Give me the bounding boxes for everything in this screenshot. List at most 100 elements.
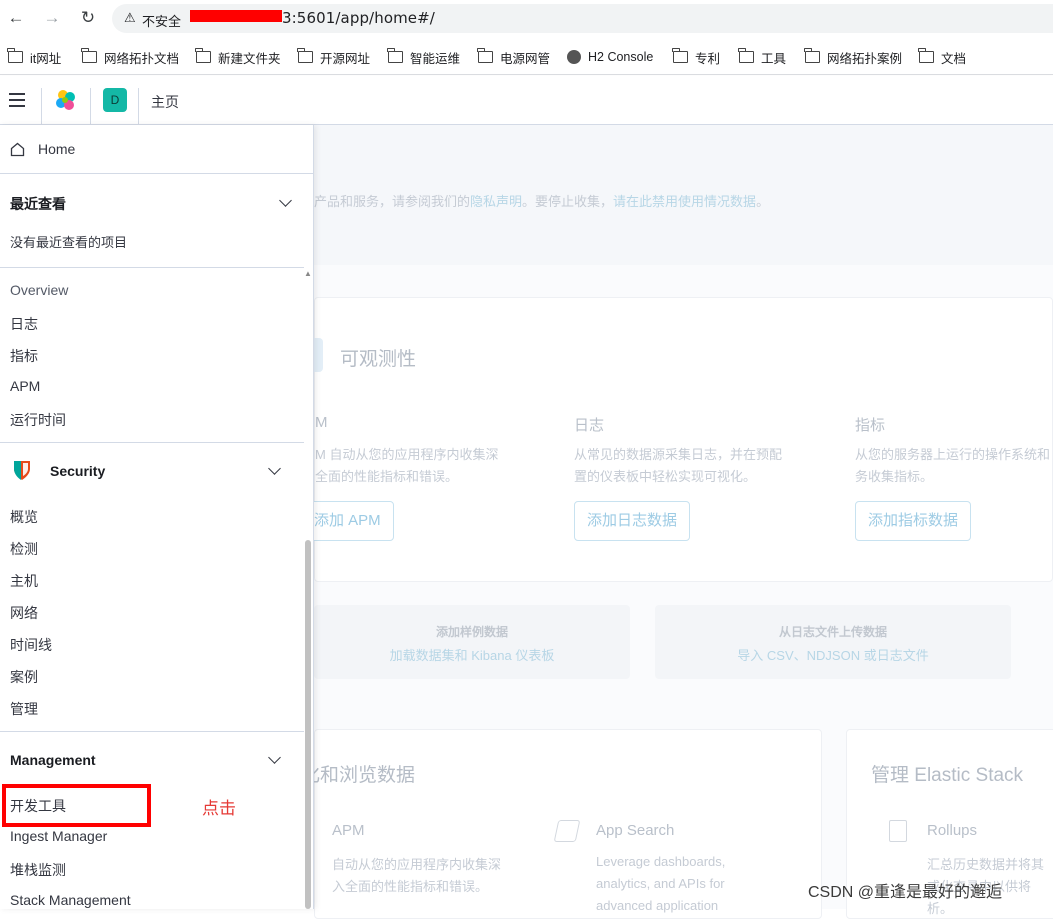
bookmark-item[interactable]: 文档 xyxy=(918,48,966,66)
nav-item-detections[interactable]: 检测 xyxy=(10,539,38,559)
url-text: 3:5601/app/home#/ xyxy=(282,9,435,27)
upload-file-sub: 导入 CSV、NDJSON 或日志文件 xyxy=(737,648,929,663)
insecure-label: 不安全 xyxy=(142,14,182,29)
nav-item-timelines[interactable]: 时间线 xyxy=(10,635,52,655)
bookmark-item[interactable]: 智能运维 xyxy=(387,48,460,66)
recent-section-title[interactable]: 最近查看 xyxy=(10,194,66,214)
bookmark-item[interactable]: 网络拓扑案例 xyxy=(804,48,902,66)
app-search-desc: Leverage dashboards, xyxy=(596,854,726,869)
app-search-desc: analytics, and APIs for xyxy=(596,876,725,891)
metrics-col-desc: 从您的服务器上运行的操作系统和 xyxy=(855,447,1051,462)
chevron-down-icon[interactable] xyxy=(268,462,281,475)
folder-icon xyxy=(297,48,313,63)
header-divider xyxy=(138,88,139,124)
globe-icon xyxy=(567,50,581,64)
bookmarks-bar: it网址 网络拓扑文档 新建文件夹 开源网址 智能运维 电源网管 H2 Cons… xyxy=(0,38,1053,75)
home-icon xyxy=(10,142,25,157)
upload-file-tile[interactable]: 从日志文件上传数据 导入 CSV、NDJSON 或日志文件 xyxy=(655,605,1011,679)
metrics-col-desc: 务收集指标。 xyxy=(855,469,934,484)
space-avatar[interactable]: D xyxy=(103,88,127,112)
nav-item-cases[interactable]: 案例 xyxy=(10,667,38,687)
header-divider xyxy=(41,88,42,124)
folder-icon xyxy=(387,48,403,63)
bookmark-item[interactable]: 电源网管 xyxy=(477,48,550,66)
nav-item-logs[interactable]: 日志 xyxy=(10,314,38,334)
nav-item-administration[interactable]: 管理 xyxy=(10,699,38,719)
bookmark-item[interactable]: it网址 xyxy=(7,48,61,66)
folder-icon xyxy=(7,48,23,63)
reload-icon[interactable]: ↻ xyxy=(77,7,99,29)
click-annotation: 点击 xyxy=(202,799,236,819)
warning-icon: ⚠ xyxy=(124,10,136,25)
visualize-title: 化和浏览数据 xyxy=(301,765,416,786)
logs-col-desc: 置的仪表板中轻松实现可视化。 xyxy=(574,469,757,484)
sample-data-title: 添加样例数据 xyxy=(435,625,508,639)
bookmark-item[interactable]: 开源网址 xyxy=(297,48,370,66)
bookmark-item[interactable]: 网络拓扑文档 xyxy=(81,48,179,66)
apm-col-desc: 全面的性能指标和错误。 xyxy=(315,469,459,484)
manage-stack-title: 管理 Elastic Stack xyxy=(871,765,1024,786)
nav-item-ingest-manager[interactable]: Ingest Manager xyxy=(10,828,107,844)
folder-icon xyxy=(672,48,688,63)
nav-item-network[interactable]: 网络 xyxy=(10,603,38,623)
metrics-col-title: 指标 xyxy=(855,417,886,434)
apm-col-title: M xyxy=(315,414,328,431)
nav-scrollbar[interactable] xyxy=(305,540,311,909)
folder-icon xyxy=(477,48,493,63)
browser-toolbar: ← → ↻ ⚠ 不安全 3:5601/app/home#/ xyxy=(0,0,1053,38)
nav-item-metrics[interactable]: 指标 xyxy=(10,346,38,366)
sample-data-sub: 加载数据集和 Kibana 仪表板 xyxy=(389,648,555,663)
bookmark-item[interactable]: 新建文件夹 xyxy=(195,48,281,66)
nav-item-security-overview[interactable]: 概览 xyxy=(10,507,38,527)
folder-icon xyxy=(738,48,754,63)
app-header: D 主页 xyxy=(0,76,1053,125)
nav-item-stack-management[interactable]: Stack Management xyxy=(10,892,131,908)
scroll-up-arrow-icon[interactable]: ▲ xyxy=(304,269,312,278)
visualize-panel: 化和浏览数据 APM 自动从您的应用程序内收集深 入全面的性能指标和错误。 Ap… xyxy=(301,729,822,919)
observability-title: 可观测性 xyxy=(340,349,417,370)
nav-item-stack-monitoring[interactable]: 堆栈监测 xyxy=(10,860,66,880)
nav-divider xyxy=(0,267,304,268)
menu-icon[interactable] xyxy=(9,93,25,107)
nav-item-apm[interactable]: APM xyxy=(10,378,40,394)
privacy-text: 产品和服务，请参阅我们的隐私声明。要停止收集，请在此禁用使用情况数据。 xyxy=(314,194,770,209)
bookmark-item[interactable]: 工具 xyxy=(738,48,786,66)
bookmark-item[interactable]: H2 Console xyxy=(567,48,653,66)
add-logs-button[interactable]: 添加日志数据 xyxy=(574,501,691,541)
nav-home[interactable]: Home xyxy=(38,141,75,157)
app-search-title: App Search xyxy=(596,822,675,839)
nav-item-uptime[interactable]: 运行时间 xyxy=(10,410,66,430)
nav-divider xyxy=(0,731,304,732)
elastic-logo-icon[interactable] xyxy=(54,88,78,112)
apm-tile-desc: 入全面的性能指标和错误。 xyxy=(332,879,489,894)
nav-item-hosts[interactable]: 主机 xyxy=(10,571,38,591)
rollups-title: Rollups xyxy=(927,822,978,839)
app-search-desc: advanced application xyxy=(596,898,719,913)
highlight-box xyxy=(2,784,151,827)
redacted-host xyxy=(190,10,282,22)
home-page-background: 产品和服务，请参阅我们的隐私声明。要停止收集，请在此禁用使用情况数据。 可观测性… xyxy=(301,125,1053,919)
rollups-icon xyxy=(889,820,907,842)
add-metrics-button[interactable]: 添加指标数据 xyxy=(855,501,972,541)
forward-arrow-icon[interactable]: → xyxy=(41,7,63,29)
sample-data-tile[interactable]: 添加样例数据 加载数据集和 Kibana 仪表板 xyxy=(314,605,630,679)
back-arrow-icon[interactable]: ← xyxy=(5,7,27,29)
bookmark-item[interactable]: 专利 xyxy=(672,48,720,66)
management-section-title[interactable]: Management xyxy=(10,752,96,768)
nav-item-overview[interactable]: Overview xyxy=(10,282,68,298)
security-section-title[interactable]: Security xyxy=(50,463,105,479)
apm-col-desc: M 自动从您的应用程序内收集深 xyxy=(315,447,499,462)
security-icon xyxy=(14,461,30,480)
address-bar[interactable]: ⚠ 不安全 3:5601/app/home#/ xyxy=(112,4,1053,33)
folder-icon xyxy=(81,48,97,63)
app-search-icon xyxy=(553,820,581,842)
privacy-banner: 产品和服务，请参阅我们的隐私声明。要停止收集，请在此禁用使用情况数据。 xyxy=(314,125,1053,265)
observability-panel: 可观测性 M M 自动从您的应用程序内收集深 全面的性能指标和错误。 添加 AP… xyxy=(301,297,1053,582)
apm-tile-title: APM xyxy=(332,822,365,839)
chevron-down-icon[interactable] xyxy=(268,751,281,764)
folder-icon xyxy=(918,48,934,63)
add-apm-button[interactable]: 添加 APM xyxy=(301,501,394,541)
chevron-down-icon[interactable] xyxy=(279,194,292,207)
folder-icon xyxy=(804,48,820,63)
nav-divider xyxy=(0,442,304,443)
